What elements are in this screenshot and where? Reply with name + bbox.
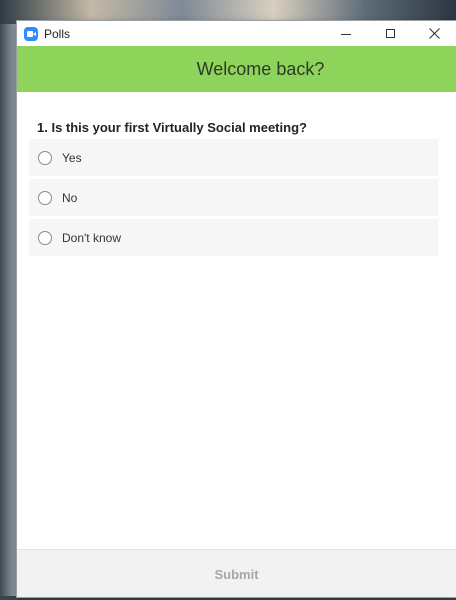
option-yes[interactable]: Yes xyxy=(29,139,438,176)
option-no[interactable]: No xyxy=(29,179,438,216)
radio-icon[interactable] xyxy=(38,150,52,165)
close-button[interactable] xyxy=(412,21,456,46)
window-title: Polls xyxy=(44,26,71,41)
radio-icon[interactable] xyxy=(38,190,52,205)
maximize-button[interactable] xyxy=(368,21,412,46)
question-text: 1. Is this your first Virtually Social m… xyxy=(37,120,307,135)
close-icon xyxy=(428,28,440,39)
answer-options: Yes No Don't know xyxy=(29,139,438,259)
minimize-button[interactable] xyxy=(324,21,368,46)
option-dont-know[interactable]: Don't know xyxy=(29,219,438,256)
zoom-app-icon xyxy=(24,26,38,41)
radio-icon[interactable] xyxy=(38,230,52,245)
option-label: No xyxy=(62,190,78,205)
poll-title: Welcome back? xyxy=(196,58,325,79)
minimize-icon xyxy=(341,34,351,35)
polls-window: Polls Welcome back? 1. Is this your firs… xyxy=(17,21,456,597)
option-label: Yes xyxy=(62,150,82,165)
title-bar[interactable]: Polls xyxy=(17,21,456,46)
poll-header: Welcome back? xyxy=(17,46,456,92)
poll-footer: Submit xyxy=(17,549,456,597)
option-label: Don't know xyxy=(62,230,121,245)
maximize-icon xyxy=(385,29,395,38)
submit-button[interactable]: Submit xyxy=(194,561,278,588)
